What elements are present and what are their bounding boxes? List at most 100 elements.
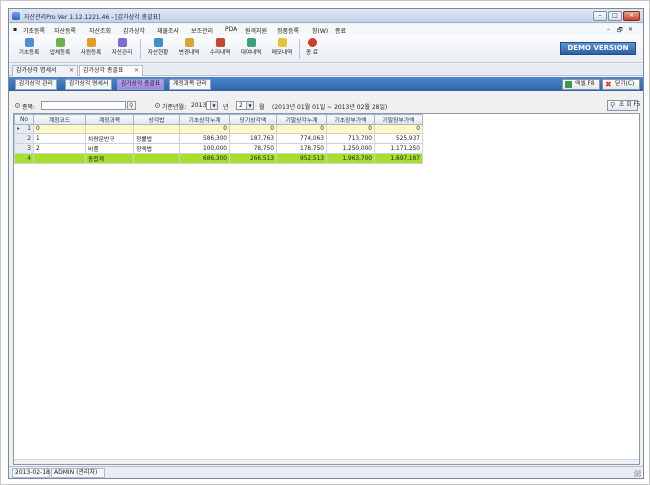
opening-book-value-cell[interactable]: 713,700 (326, 133, 375, 144)
tool-employee-registration-button[interactable]: 사원등록 (76, 37, 106, 61)
tool-exit-button[interactable]: 종 료 (301, 37, 323, 61)
closing-accum-cell[interactable]: 0 (276, 124, 327, 134)
maximize-button[interactable]: □ (608, 11, 622, 21)
account-code-cell[interactable] (33, 153, 86, 164)
close-window-button[interactable]: ✕ (623, 11, 640, 21)
account-code-cell[interactable]: 1 (33, 133, 86, 144)
box-icon (117, 38, 127, 47)
closing-book-value-cell[interactable]: 0 (374, 124, 423, 134)
table-row[interactable]: 2 1 차량운반구 정률법 586,300 187,763 774,063 71… (14, 133, 423, 144)
tool-vendor-registration-button[interactable]: 업체등록 (45, 37, 75, 61)
mdi-minimize-button[interactable]: – (607, 26, 610, 33)
close-icon: ✖ (605, 80, 612, 89)
tool-rental-history-button[interactable]: 대여내역 (236, 37, 266, 61)
doc-tab-depreciation-summary[interactable]: 감가상각 총괄표 ✕ (79, 65, 143, 76)
excel-export-button[interactable]: 엑셀 F8 (562, 79, 600, 90)
close-tab-icon[interactable]: ✕ (69, 66, 74, 75)
closing-book-value-cell[interactable]: 525,937 (374, 133, 423, 144)
tool-basic-registration-button[interactable]: 기초등록 (14, 37, 44, 61)
closing-accum-cell[interactable]: 774,063 (276, 133, 327, 144)
current-depreciation-cell[interactable]: 266,513 (229, 153, 277, 164)
column-header[interactable]: 당기상각액 (229, 114, 277, 125)
opening-accum-cell[interactable]: 686,300 (179, 153, 230, 164)
year-dropdown[interactable]: ▼ (206, 101, 218, 110)
table-row[interactable]: ▸ 1 0 0 0 0 0 0 (14, 124, 423, 134)
menu-icon[interactable]: ▪ (13, 26, 17, 33)
year-value[interactable]: 2013 (191, 102, 206, 109)
tool-change-history-button[interactable]: 변경내역 (174, 37, 204, 61)
menu-inventory-check[interactable]: 재물조사 (157, 26, 179, 35)
closing-accum-cell[interactable]: 952,513 (276, 153, 327, 164)
account-name-cell[interactable]: 차량운반구 (85, 133, 134, 144)
tool-asset-status-button[interactable]: 자산현황 (143, 37, 173, 61)
mdi-close-button[interactable]: ✕ (628, 26, 633, 33)
title-bar[interactable]: 자산관리Pro Ver 1.12.1221.46 - [감가상각 총괄표] – … (9, 9, 643, 23)
doc-tab-depreciation-statement[interactable]: 감가상각 명세서 ✕ (12, 65, 78, 76)
table-row[interactable]: 3 2 비품 정액법 100,000 78,750 178,750 1,250,… (14, 143, 423, 154)
opening-book-value-cell[interactable]: 1,250,000 (326, 143, 375, 154)
menu-aux-management[interactable]: 보조관리 (191, 26, 213, 35)
account-name-cell[interactable]: 비품 (85, 143, 134, 154)
month-dropdown[interactable]: 2 ▼ (236, 101, 254, 110)
opening-book-value-cell[interactable]: 0 (326, 124, 375, 134)
document-tabs: 감가상각 명세서 ✕ 감가상각 총괄표 ✕ (9, 64, 643, 76)
minimize-button[interactable]: – (593, 11, 607, 21)
method-cell[interactable] (133, 153, 180, 164)
column-header[interactable]: 상각법 (133, 114, 180, 125)
type-search-button[interactable]: ⚲ (127, 101, 136, 110)
menu-remote-support[interactable]: 원격지원 (245, 26, 267, 35)
type-input[interactable] (41, 101, 126, 110)
resize-grip-icon[interactable] (634, 470, 641, 477)
tool-memo-history-button[interactable]: 메모내역 (267, 37, 297, 61)
account-name-cell[interactable] (85, 124, 134, 134)
close-tab-icon[interactable]: ✕ (134, 66, 139, 75)
screenshot-frame: 자산관리Pro Ver 1.12.1221.46 - [감가상각 총괄표] – … (0, 0, 650, 485)
opening-book-value-cell[interactable]: 1,963,700 (326, 153, 375, 164)
menu-window[interactable]: 창(W) (312, 26, 328, 35)
people-icon (86, 38, 96, 47)
method-cell[interactable]: 정액법 (133, 143, 180, 154)
menu-asset-registration[interactable]: 자산등록 (54, 26, 76, 35)
closing-book-value-cell[interactable]: 1,171,250 (374, 143, 423, 154)
opening-accum-cell[interactable]: 586,300 (179, 133, 230, 144)
tool-asset-management-button[interactable]: 자산관리 (107, 37, 137, 61)
column-header[interactable]: 기초상각누계 (179, 114, 230, 125)
column-header[interactable]: 계정과목 (85, 114, 134, 125)
account-name-cell[interactable]: 총합계 (85, 153, 134, 164)
method-cell[interactable] (133, 124, 180, 134)
menu-asset-inquiry[interactable]: 자산조회 (89, 26, 111, 35)
tool-repair-history-button[interactable]: 수리내역 (205, 37, 235, 61)
column-header[interactable]: 기말장부가액 (374, 114, 423, 125)
menu-bar: ▪ 기초등록 자산등록 자산조회 감가상각 재물조사 보조관리 PDA 원격지원… (9, 24, 643, 35)
close-screen-button[interactable]: ✖ 닫기(C) (602, 79, 640, 90)
opening-accum-cell[interactable]: 0 (179, 124, 230, 134)
current-depreciation-cell[interactable]: 187,763 (229, 133, 277, 144)
current-depreciation-cell[interactable]: 78,750 (229, 143, 277, 154)
horizontal-scrollbar[interactable] (14, 459, 639, 464)
closing-accum-cell[interactable]: 178,750 (276, 143, 327, 154)
query-button[interactable]: ⚲ 조 회 F5 (607, 100, 640, 111)
summary-grid[interactable]: No 계정코드 계정과목 상각법 기초상각누계 당기상각액 기말상각누계 기초장… (13, 113, 640, 465)
type-radio[interactable] (15, 103, 20, 108)
period-radio[interactable] (155, 103, 160, 108)
menu-basic-registration[interactable]: 기초등록 (23, 26, 45, 35)
opening-accum-cell[interactable]: 100,000 (179, 143, 230, 154)
total-row[interactable]: 4 총합계 686,300 266,513 952,513 1,963,700 … (14, 153, 423, 164)
menu-exit[interactable]: 종료 (335, 26, 346, 35)
current-depreciation-cell[interactable]: 0 (229, 124, 277, 134)
account-code-cell[interactable]: 2 (33, 143, 86, 154)
column-header[interactable]: 기초장부가액 (326, 114, 375, 125)
column-header[interactable]: No (14, 114, 34, 125)
subtab-depreciation-summary[interactable]: 감가상각 총괄표 (117, 79, 165, 90)
menu-pda[interactable]: PDA (225, 26, 237, 33)
menu-license-registration[interactable]: 정품등록 (277, 26, 299, 35)
subtab-account-management[interactable]: 계정과목 관리 (169, 79, 211, 90)
closing-book-value-cell[interactable]: 1,697,187 (374, 153, 423, 164)
method-cell[interactable]: 정률법 (133, 133, 180, 144)
account-code-cell[interactable]: 0 (33, 124, 86, 134)
subtab-depreciation-statement[interactable]: 감가상각 명세서 (65, 79, 113, 90)
subtab-depreciation-management[interactable]: 감가상각 관리 (15, 79, 57, 90)
column-header[interactable]: 계정코드 (33, 114, 86, 125)
menu-depreciation[interactable]: 감가상각 (123, 26, 145, 35)
column-header[interactable]: 기말상각누계 (276, 114, 327, 125)
